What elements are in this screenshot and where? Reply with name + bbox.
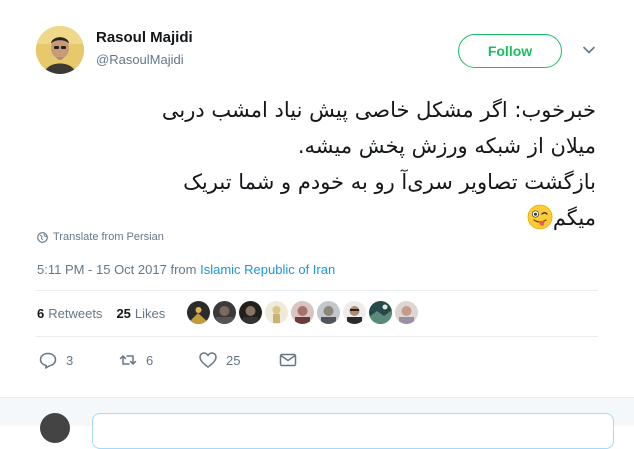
tweet-text: خبرخوب: اگر مشکل خاصی پیش نیاد امشب دربی… <box>36 92 596 236</box>
retweet-icon <box>119 355 137 365</box>
timestamp[interactable]: 5:11 PM - 15 Oct 2017 <box>37 262 167 277</box>
reply-count: 3 <box>66 352 74 368</box>
divider <box>36 336 598 337</box>
liker-avatar[interactable] <box>343 301 366 324</box>
tweet-line: میلان از شبکه ورزش پخش میشه. <box>297 134 596 158</box>
translate-label: Translate from Persian <box>53 231 164 243</box>
tweet-line: خبرخوب: اگر مشکل خاصی پیش نیاد امشب دربی <box>161 98 596 122</box>
retweet-button[interactable]: 6 <box>118 350 153 370</box>
from-label: from <box>170 262 197 277</box>
retweets-count: 6 <box>37 306 45 321</box>
globe-icon <box>37 231 48 243</box>
reply-icon <box>39 352 57 369</box>
envelope-icon <box>279 353 297 367</box>
liker-avatar[interactable] <box>317 301 340 324</box>
tweet-line: بازگشت تصاویر سری‌آ رو به خودم و شما تبر… <box>183 170 596 194</box>
likes-label: Likes <box>134 306 166 321</box>
translate-link[interactable]: Translate from Persian <box>37 231 164 243</box>
like-button[interactable]: 25 <box>198 350 240 370</box>
liker-avatar[interactable] <box>239 301 262 324</box>
divider <box>36 290 598 291</box>
direct-message-button[interactable] <box>278 350 298 370</box>
tweet-line: میگم <box>552 206 596 230</box>
likes-stat[interactable]: 25 Likes <box>116 306 165 321</box>
liker-avatar[interactable] <box>291 301 314 324</box>
retweet-count: 6 <box>146 352 154 368</box>
author-handle[interactable]: @RasoulMajidi <box>96 52 184 67</box>
location-link[interactable]: Islamic Republic of Iran <box>200 262 335 277</box>
like-count: 25 <box>226 352 241 368</box>
liker-avatar[interactable] <box>265 301 288 324</box>
current-user-avatar <box>40 413 70 443</box>
tweet-card: Rasoul Majidi @RasoulMajidi Follow خبرخو… <box>0 0 634 449</box>
liker-avatar[interactable] <box>213 301 236 324</box>
retweets-stat[interactable]: 6 Retweets <box>37 306 102 321</box>
heart-icon <box>199 352 217 368</box>
reply-button[interactable]: 3 <box>38 350 73 370</box>
retweets-label: Retweets <box>48 306 103 321</box>
author-photo <box>36 26 84 74</box>
likes-count: 25 <box>116 306 131 321</box>
liker-avatars <box>187 301 418 324</box>
author-avatar[interactable] <box>36 26 84 74</box>
follow-button[interactable]: Follow <box>458 34 562 68</box>
tweet-stats: 6 Retweets 25 Likes <box>37 306 165 321</box>
author-name[interactable]: Rasoul Majidi <box>96 29 193 46</box>
winking-tongue-emoji-icon <box>527 204 553 230</box>
liker-avatar[interactable] <box>187 301 210 324</box>
tweet-meta: 5:11 PM - 15 Oct 2017 from Islamic Repub… <box>37 262 335 277</box>
liker-avatar[interactable] <box>395 301 418 324</box>
liker-avatar[interactable] <box>369 301 392 324</box>
reply-input[interactable] <box>92 413 614 449</box>
chevron-down-icon[interactable] <box>582 43 596 57</box>
